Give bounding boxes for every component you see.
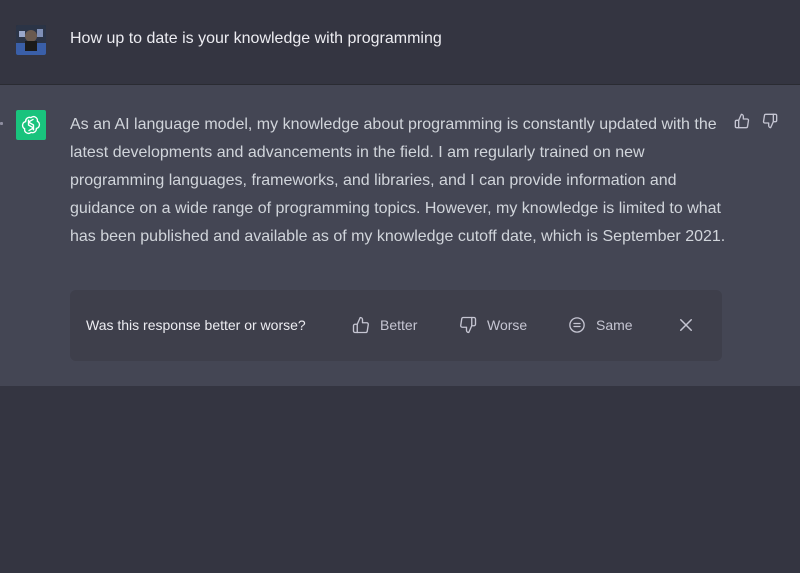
same-button[interactable]: Same xyxy=(568,314,633,336)
openai-logo-icon xyxy=(16,110,46,140)
worse-button[interactable]: Worse xyxy=(459,314,527,336)
close-icon[interactable] xyxy=(677,316,695,334)
equal-circle-icon xyxy=(569,317,585,333)
empty-conversation-area xyxy=(0,386,800,573)
message-rating-group xyxy=(734,113,778,129)
user-message-text: How up to date is your knowledge with pr… xyxy=(70,30,442,47)
thumbs-down-icon[interactable] xyxy=(762,113,778,129)
better-button[interactable]: Better xyxy=(352,314,417,336)
assistant-message-row: As an AI language model, my knowledge ab… xyxy=(0,85,800,386)
better-label: Better xyxy=(380,317,418,333)
feedback-panel: Was this response better or worse? Bette… xyxy=(70,290,722,361)
worse-label: Worse xyxy=(487,317,528,333)
assistant-message-text: As an AI language model, my knowledge ab… xyxy=(70,116,726,245)
thumbs-down-icon xyxy=(460,316,477,334)
same-label: Same xyxy=(596,317,633,333)
thumbs-up-icon xyxy=(352,316,369,334)
user-avatar xyxy=(16,25,46,55)
user-message-row: How up to date is your knowledge with pr… xyxy=(0,0,800,85)
feedback-question: Was this response better or worse? xyxy=(86,317,306,333)
thumbs-up-icon[interactable] xyxy=(734,113,750,129)
edge-marker xyxy=(0,122,3,125)
